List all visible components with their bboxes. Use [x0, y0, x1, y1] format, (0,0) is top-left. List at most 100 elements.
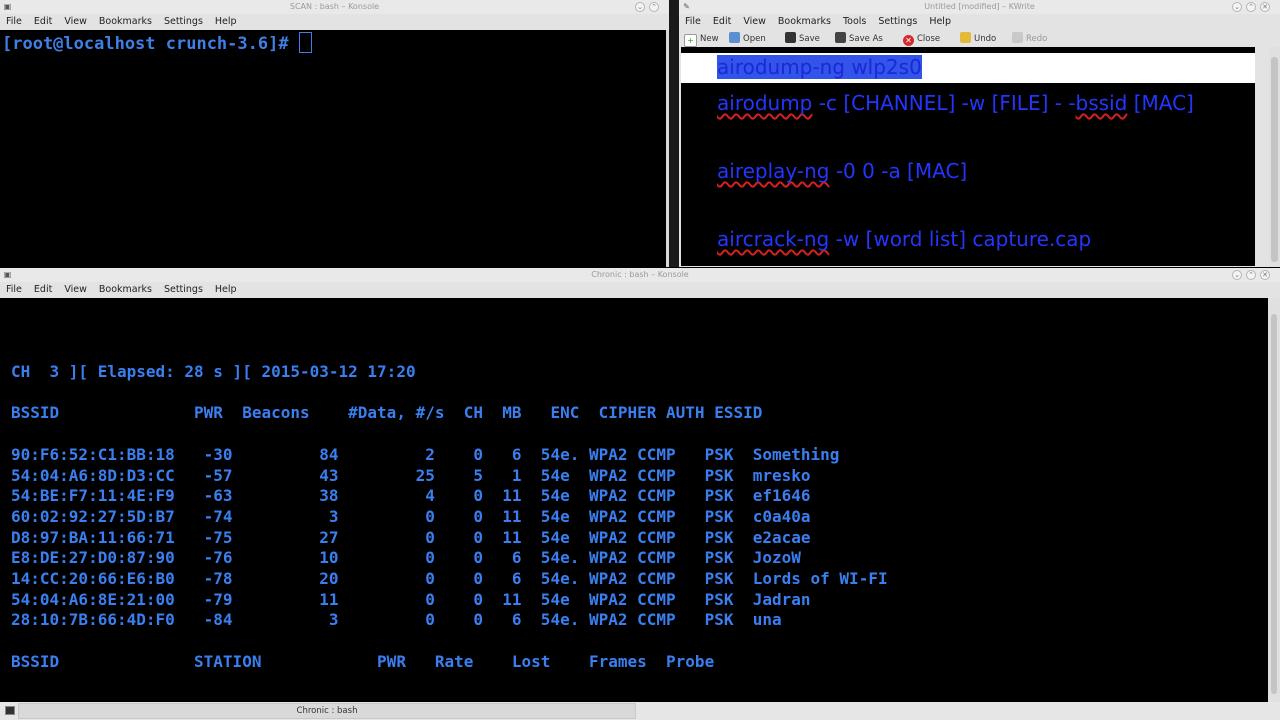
editor-line-1: airodump-ng wlp2s0: [717, 55, 922, 79]
window-gap: [669, 0, 679, 267]
kwrite-scrollbar[interactable]: [1269, 47, 1280, 267]
save-button[interactable]: Save: [785, 32, 820, 46]
text-cursor: [298, 32, 312, 53]
menu-edit[interactable]: Edit: [707, 14, 737, 30]
chronic-menubar: File Edit View Bookmarks Settings Help: [0, 282, 1280, 298]
taskbar-item-label: Chronic : bash: [296, 706, 358, 716]
redo-button-label: Redo: [1026, 34, 1048, 44]
close-doc-button[interactable]: ✕ Close: [903, 32, 940, 46]
close-button[interactable]: ✕: [1260, 270, 1270, 280]
scan-menubar: File Edit View Bookmarks Settings Help: [0, 14, 669, 30]
menu-edit[interactable]: Edit: [28, 282, 58, 298]
menu-file[interactable]: File: [0, 14, 28, 30]
scan-titlebar[interactable]: ▣ SCAN : bash – Konsole ⌄ ⌃: [0, 0, 669, 14]
menu-settings[interactable]: Settings: [872, 14, 923, 30]
ap-table-header: BSSID PWR Beacons #Data, #/s CH MB ENC C…: [11, 403, 763, 423]
editor-text: -0 0 -a [MAC]: [829, 159, 968, 183]
ap-table-row: E8:DE:27:D0:87:90 -76 10 0 0 6 54e. WPA2…: [11, 548, 801, 568]
undo-icon: [960, 32, 971, 43]
close-button[interactable]: ✕: [1260, 2, 1270, 12]
chronic-konsole-window: ▣ Chronic : bash – Konsole ⌄ ⌃ ✕ File Edi…: [0, 268, 1280, 702]
misspelled-word: aireplay-ng: [717, 159, 830, 183]
ap-table-body: 90:F6:52:C1:BB:18 -30 84 2 0 6 54e. WPA2…: [11, 445, 888, 630]
editor-line-4: aircrack-ng -w [word list] capture.cap: [717, 227, 1091, 251]
save-as-button[interactable]: Save As: [835, 32, 883, 46]
editor-text: [MAC]: [1127, 91, 1194, 115]
ap-table-row: 60:02:92:27:5D:B7 -74 3 0 0 11 54e WPA2 …: [11, 506, 811, 526]
konsole-app-icon[interactable]: ▣: [3, 270, 12, 279]
editor-text: -c [CHANNEL] -w [FILE] - -: [812, 91, 1076, 115]
menu-help[interactable]: Help: [209, 282, 243, 298]
misspelled-word: aircrack-ng: [717, 227, 830, 251]
chronic-titlebar[interactable]: ▣ Chronic : bash – Konsole ⌄ ⌃ ✕: [0, 268, 1280, 282]
undo-button[interactable]: Undo: [960, 32, 996, 46]
maximize-button[interactable]: ⌃: [1246, 2, 1256, 12]
menu-bookmarks[interactable]: Bookmarks: [93, 282, 158, 298]
minimize-button[interactable]: ⌄: [635, 2, 645, 12]
save-as-button-label: Save As: [849, 34, 883, 44]
menu-bookmarks[interactable]: Bookmarks: [772, 14, 837, 30]
redo-button[interactable]: Redo: [1012, 32, 1047, 46]
new-button[interactable]: + New: [684, 32, 719, 47]
new-button-label: New: [700, 34, 719, 44]
scan-terminal-area[interactable]: [root@localhost crunch-3.6]#: [0, 30, 666, 267]
menu-bookmarks[interactable]: Bookmarks: [93, 14, 158, 30]
menu-help[interactable]: Help: [209, 14, 243, 30]
kwrite-toolbar: + New Open Save Save As ✕ Close Undo Redo: [679, 30, 1280, 47]
misspelled-word: airodump: [717, 91, 813, 115]
save-button-label: Save: [799, 34, 820, 44]
save-disk-icon: [785, 32, 796, 43]
minimize-button[interactable]: ⌄: [1232, 270, 1242, 280]
chronic-scrollbar[interactable]: [1268, 298, 1280, 702]
editor-text: -w [word list] capture.cap: [829, 227, 1092, 251]
scan-window-title: SCAN : bash – Konsole: [289, 2, 380, 11]
close-button-label: Close: [917, 34, 941, 44]
save-as-icon: [835, 32, 846, 43]
undo-button-label: Undo: [974, 34, 997, 44]
menu-view[interactable]: View: [58, 14, 93, 30]
menu-view[interactable]: View: [737, 14, 772, 30]
open-button-label: Open: [743, 34, 766, 44]
menu-settings[interactable]: Settings: [158, 14, 209, 30]
open-button[interactable]: Open: [729, 32, 766, 46]
konsole-app-icon[interactable]: ▣: [3, 2, 12, 11]
scan-konsole-window: ▣ SCAN : bash – Konsole ⌄ ⌃ File Edit View…: [0, 0, 669, 267]
station-table-header: BSSID STATION PWR Rate Lost Frames Probe: [11, 651, 715, 671]
scrollbar-thumb[interactable]: [1271, 57, 1278, 262]
menu-tools[interactable]: Tools: [837, 14, 872, 30]
minimize-button[interactable]: ⌄: [1232, 2, 1242, 12]
close-icon: ✕: [903, 35, 914, 46]
editor-line-2: airodump -c [CHANNEL] -w [FILE] - -bssid…: [717, 91, 1194, 115]
taskbar-item-chronic[interactable]: Chronic : bash: [18, 703, 636, 719]
scrollbar-thumb[interactable]: [1271, 314, 1277, 694]
maximize-button[interactable]: ⌃: [649, 2, 659, 12]
menu-file[interactable]: File: [679, 14, 707, 30]
kwrite-app-icon[interactable]: ✎: [682, 2, 691, 11]
ap-table-row: 54:04:A6:8E:21:00 -79 11 0 0 11 54e WPA2…: [11, 589, 811, 609]
redo-icon: [1012, 32, 1023, 43]
status-line: CH 3 ][ Elapsed: 28 s ][ 2015-03-12 17:2…: [11, 362, 416, 381]
ap-table-row: 28:10:7B:66:4D:F0 -84 3 0 0 6 54e. WPA2 …: [11, 610, 782, 630]
maximize-button[interactable]: ⌃: [1246, 270, 1256, 280]
ap-table-row: 90:F6:52:C1:BB:18 -30 84 2 0 6 54e. WPA2…: [11, 444, 840, 464]
ap-table-row: D8:97:BA:11:66:71 -75 27 0 0 11 54e WPA2…: [11, 527, 811, 547]
chronic-window-title: Chronic : bash – Konsole: [591, 270, 689, 279]
kwrite-window: ✎ Untitled [modified] – KWrite ⌄ ⌃ ✕ Fil…: [679, 0, 1280, 267]
kwrite-titlebar[interactable]: ✎ Untitled [modified] – KWrite ⌄ ⌃ ✕: [679, 0, 1280, 14]
taskbar: Chronic : bash: [0, 702, 1280, 720]
kwrite-window-title: Untitled [modified] – KWrite: [924, 2, 1035, 11]
shell-prompt: [root@localhost crunch-3.6]#: [2, 34, 299, 54]
menu-settings[interactable]: Settings: [158, 282, 209, 298]
menu-edit[interactable]: Edit: [28, 14, 58, 30]
open-folder-icon: [729, 32, 740, 43]
menu-file[interactable]: File: [0, 282, 28, 298]
menu-view[interactable]: View: [58, 282, 93, 298]
selected-text: airodump-ng wlp2s0: [717, 55, 922, 79]
taskbar-konsole-icon[interactable]: [5, 706, 15, 715]
kwrite-editor[interactable]: airodump-ng wlp2s0 airodump -c [CHANNEL]…: [681, 47, 1255, 266]
misspelled-word: bssid: [1075, 91, 1128, 115]
chronic-terminal-area[interactable]: CH 3 ][ Elapsed: 28 s ][ 2015-03-12 17:2…: [0, 298, 1268, 702]
menu-help[interactable]: Help: [923, 14, 957, 30]
ap-table-row: 54:BE:F7:11:4E:F9 -63 38 4 0 11 54e WPA2…: [11, 486, 811, 506]
ap-table-row: 54:04:A6:8D:D3:CC -57 43 25 5 1 54e WPA2…: [11, 465, 811, 485]
